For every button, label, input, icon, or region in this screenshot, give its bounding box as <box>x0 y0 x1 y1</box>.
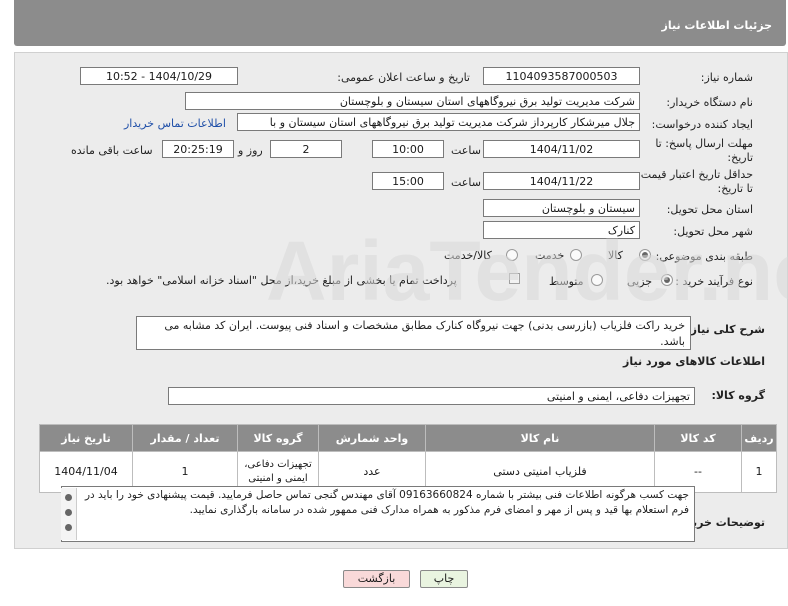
header-bar: جزئیات اطلاعات نیاز <box>14 0 786 46</box>
col-qty: تعداد / مقدار <box>132 424 238 452</box>
need-number-label: شماره نیاز: <box>700 71 753 84</box>
category-service-label: خدمت <box>535 249 565 262</box>
col-group: گروه کالا <box>237 424 319 452</box>
creator-field[interactable]: جلال میرشکار کارپرداز شرکت مدیریت تولید … <box>237 113 640 131</box>
province-field[interactable]: سیستان و بلوچستان <box>483 199 640 217</box>
general-desc-textarea[interactable]: خرید راکت فلزیاب (بازرسی بدنی) جهت نیروگ… <box>136 316 691 350</box>
time-remaining-field[interactable]: 20:25:19 <box>162 140 234 158</box>
deadline-date-field[interactable]: 1404/11/02 <box>483 140 640 158</box>
back-button[interactable]: بازگشت <box>343 570 410 588</box>
deadline-label: مهلت ارسال پاسخ: تا <box>655 137 753 150</box>
cell-row: 1 <box>741 451 777 493</box>
category-goods-label: کالا <box>608 249 623 262</box>
deadline-time-field[interactable]: 10:00 <box>372 140 444 158</box>
province-label: استان محل تحویل: <box>666 203 753 216</box>
deadline-time-label: ساعت <box>451 144 481 157</box>
category-goods-radio[interactable] <box>639 249 651 261</box>
buyer-org-label: نام دستگاه خریدار: <box>666 96 753 109</box>
payment-note: پرداخت تمام یا بخشی از مبلغ خرید،از محل … <box>106 274 457 287</box>
category-service-radio[interactable] <box>570 249 582 261</box>
scroll-thumb-dot[interactable] <box>65 509 72 516</box>
notes-scrollbar[interactable] <box>61 488 77 540</box>
scroll-down-dot[interactable] <box>65 524 72 531</box>
buyer-contact-link[interactable]: اطلاعات تماس خریدار <box>124 117 226 130</box>
days-label: روز و <box>238 144 263 157</box>
category-both-radio[interactable] <box>506 249 518 261</box>
print-button[interactable]: چاپ <box>420 570 468 588</box>
process-minor-radio[interactable] <box>661 274 673 286</box>
goods-section-title: اطلاعات کالاهای مورد نیاز <box>623 355 765 368</box>
deadline-label-2: تاریخ: <box>727 151 753 164</box>
col-date: تاریخ نیاز <box>39 424 133 452</box>
validity-label: حداقل تاریخ اعتبار قیمت: <box>637 168 753 181</box>
process-medium-radio[interactable] <box>591 274 603 286</box>
need-number-field[interactable]: 1104093587000503 <box>483 67 640 85</box>
category-label: طبقه بندی موضوعی: <box>655 250 753 263</box>
buyer-org-field[interactable]: شرکت مدیریت تولید برق نیروگاههای استان س… <box>185 92 640 110</box>
validity-date-field[interactable]: 1404/11/22 <box>483 172 640 190</box>
process-minor-label: جزیی <box>627 275 653 288</box>
col-unit: واحد شمارش <box>318 424 426 452</box>
city-label: شهر محل تحویل: <box>673 225 753 238</box>
validity-time-label: ساعت <box>451 176 481 189</box>
general-desc-label: شرح کلی نیاز: <box>686 323 765 336</box>
process-medium-label: متوسط <box>549 275 584 288</box>
category-both-label: کالا/خدمت <box>444 249 492 262</box>
validity-time-field[interactable]: 15:00 <box>372 172 444 190</box>
goods-group-field[interactable]: تجهیزات دفاعی، ایمنی و امنیتی <box>168 387 695 405</box>
goods-table-header: ردیف کد کالا نام کالا واحد شمارش گروه کا… <box>39 424 777 452</box>
announce-label: تاریخ و ساعت اعلان عمومی: <box>337 71 470 84</box>
announce-datetime-field[interactable]: 1404/10/29 - 10:52 <box>80 67 238 85</box>
buyer-notes-textarea[interactable]: جهت کسب هرگونه اطلاعات فنی بیشتر با شمار… <box>61 486 695 542</box>
treasury-checkbox[interactable] <box>509 273 520 284</box>
creator-label: ایجاد کننده درخواست: <box>651 118 753 131</box>
validity-label-2: تا تاریخ: <box>717 182 753 195</box>
page-frame: جزئیات اطلاعات نیاز شماره نیاز: 11040935… <box>6 0 788 600</box>
process-label: نوع فرآیند خرید : <box>675 275 753 288</box>
scroll-up-dot[interactable] <box>65 494 72 501</box>
col-code: کد کالا <box>654 424 742 452</box>
page-title: جزئیات اطلاعات نیاز <box>661 19 773 32</box>
col-row: ردیف <box>741 424 777 452</box>
days-remaining-field[interactable]: 2 <box>270 140 342 158</box>
goods-group-label: گروه کالا: <box>711 389 765 402</box>
city-field[interactable]: کنارک <box>483 221 640 239</box>
goods-table: ردیف کد کالا نام کالا واحد شمارش گروه کا… <box>39 424 777 493</box>
time-remaining-label: ساعت باقی مانده <box>71 144 153 157</box>
col-name: نام کالا <box>425 424 655 452</box>
